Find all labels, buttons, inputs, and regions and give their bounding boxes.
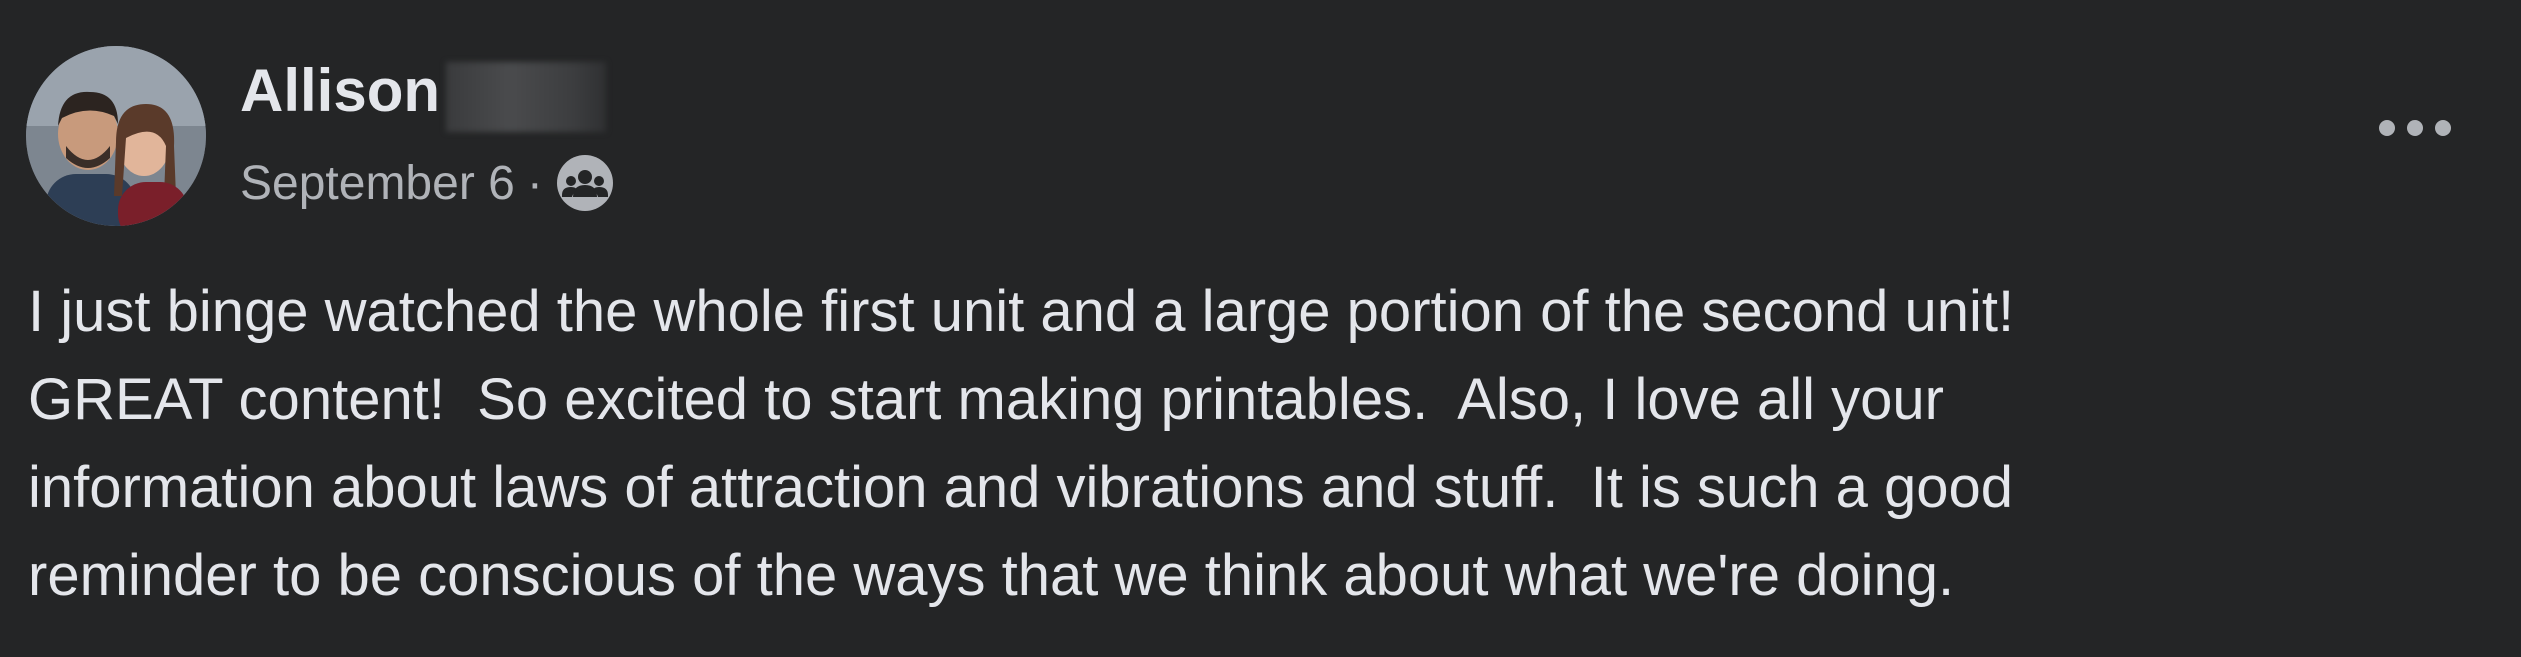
post-card: Allison September 6 · I just binge watch… (0, 0, 2521, 657)
author-avatar[interactable] (26, 46, 206, 226)
author-name[interactable]: Allison (240, 56, 440, 126)
post-date[interactable]: September 6 (240, 156, 515, 211)
more-options-button[interactable] (2370, 98, 2460, 158)
post-meta: September 6 · (240, 148, 615, 218)
more-options-icon (2379, 120, 2451, 136)
redacted-surname (446, 62, 606, 132)
avatar-photo (26, 46, 206, 226)
group-audience-icon[interactable] (555, 153, 615, 213)
post-body-text: I just binge watched the whole first uni… (28, 279, 2015, 608)
meta-separator: · (526, 156, 543, 210)
